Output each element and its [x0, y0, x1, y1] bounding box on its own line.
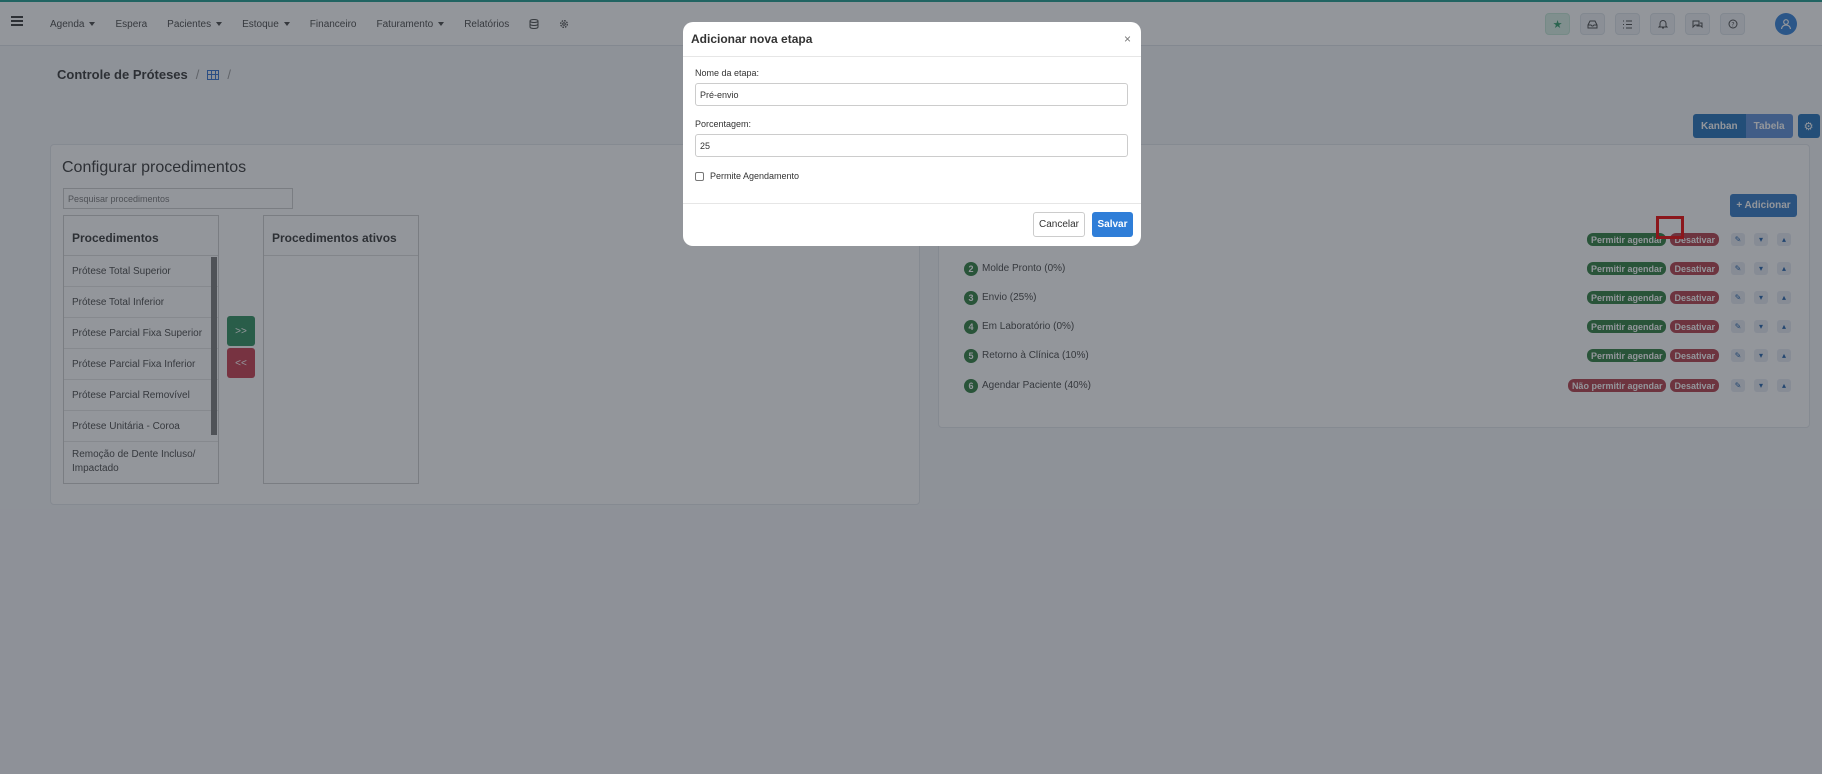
modal-title: Adicionar nova etapa [691, 32, 813, 46]
cancel-button[interactable]: Cancelar [1033, 212, 1085, 237]
add-stage-modal: Adicionar nova etapa × Nome da etapa: Po… [683, 22, 1141, 246]
allow-scheduling-checkbox[interactable] [695, 172, 704, 181]
percentage-input[interactable] [695, 134, 1128, 157]
stage-name-input[interactable] [695, 83, 1128, 106]
modal-divider [683, 203, 1141, 204]
stage-name-label: Nome da etapa: [695, 68, 760, 78]
close-icon[interactable]: × [1124, 32, 1131, 46]
percentage-label: Porcentagem: [695, 119, 752, 129]
allow-scheduling-label[interactable]: Permite Agendamento [710, 171, 799, 181]
modal-divider [683, 56, 1141, 57]
save-button[interactable]: Salvar [1092, 212, 1133, 237]
